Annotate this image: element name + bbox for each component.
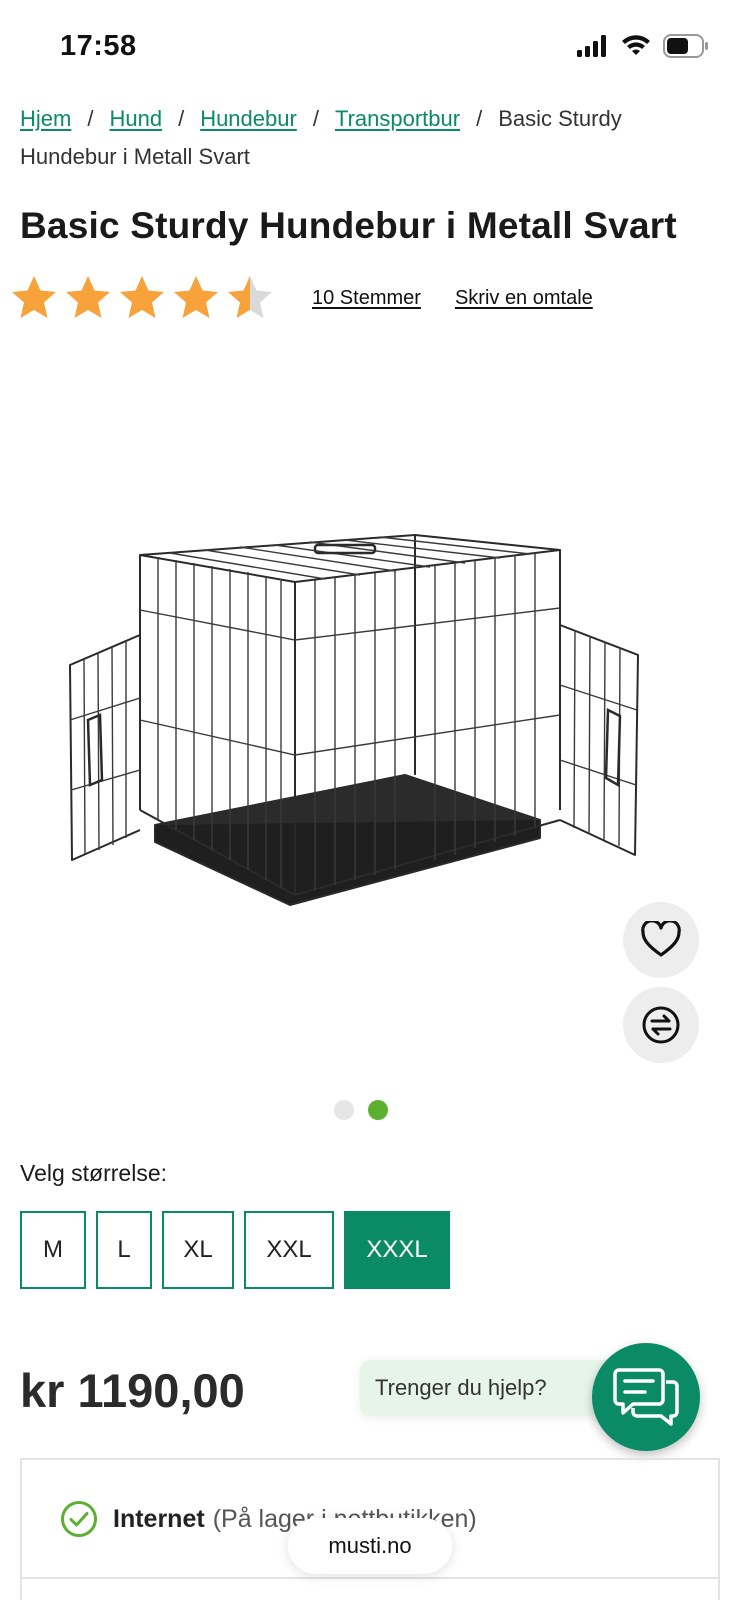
gallery-pagination	[334, 1100, 388, 1120]
gallery-dot[interactable]	[368, 1100, 388, 1120]
rating-stars	[10, 274, 274, 322]
breadcrumb-separator: /	[312, 106, 319, 131]
chat-bubbles-icon	[613, 1368, 679, 1426]
star-icon	[174, 276, 218, 318]
size-option-xxl[interactable]: XXL	[244, 1211, 334, 1289]
check-circle-icon	[61, 1501, 97, 1537]
breadcrumb-link-hjem[interactable]: Hjem	[20, 106, 71, 131]
dog-crate-image	[69, 534, 639, 906]
battery-icon	[663, 34, 708, 58]
rating-row: 10 Stemmer Skriv en omtale	[10, 270, 593, 326]
breadcrumb-link-hund[interactable]: Hund	[109, 106, 162, 131]
product-price: kr 1190,00	[20, 1364, 245, 1417]
help-bubble[interactable]: Trenger du hjelp?	[360, 1360, 620, 1416]
breadcrumb-separator: /	[178, 106, 185, 131]
size-option-l[interactable]: L	[96, 1211, 152, 1289]
star-icon	[66, 276, 110, 318]
size-label: Velg størrelse:	[20, 1160, 167, 1186]
breadcrumb-separator: /	[87, 106, 94, 131]
breadcrumb: Hjem / Hund / Hundebur / Transportbur / Basic St…	[20, 100, 720, 176]
product-image[interactable]	[60, 520, 660, 930]
star-icon	[228, 276, 272, 318]
size-option-xxxl[interactable]: XXXL	[344, 1211, 450, 1289]
size-options: M L XL XXL XXXL	[20, 1211, 450, 1289]
favorite-button[interactable]	[623, 902, 699, 978]
star-icon	[120, 276, 164, 318]
product-title: Basic Sturdy Hundebur i Metall Svart	[20, 205, 677, 246]
cellular-signal-icon	[577, 35, 606, 57]
write-review-link[interactable]: Skriv en omtale	[455, 287, 593, 310]
status-bar: 17:58	[0, 0, 739, 90]
chat-button[interactable]	[592, 1343, 700, 1451]
heart-icon	[641, 921, 681, 957]
delivery-divider	[22, 1577, 718, 1579]
breadcrumb-link-hundebur[interactable]: Hundebur	[200, 106, 297, 131]
delivery-channel: Internet	[113, 1504, 205, 1533]
size-option-xl[interactable]: XL	[162, 1211, 234, 1289]
gallery-dot[interactable]	[334, 1100, 354, 1120]
size-option-m[interactable]: M	[20, 1211, 86, 1289]
votes-link[interactable]: 10 Stemmer	[312, 287, 421, 310]
compare-button[interactable]	[623, 987, 699, 1063]
breadcrumb-link-transportbur[interactable]: Transportbur	[335, 106, 460, 131]
browser-url-pill[interactable]: musti.no	[288, 1518, 452, 1574]
status-icons	[577, 34, 709, 58]
compare-arrows-icon	[642, 1006, 680, 1044]
wifi-icon	[622, 35, 650, 55]
star-icon	[12, 276, 56, 318]
breadcrumb-separator: /	[476, 106, 483, 131]
status-time: 17:58	[60, 30, 137, 62]
